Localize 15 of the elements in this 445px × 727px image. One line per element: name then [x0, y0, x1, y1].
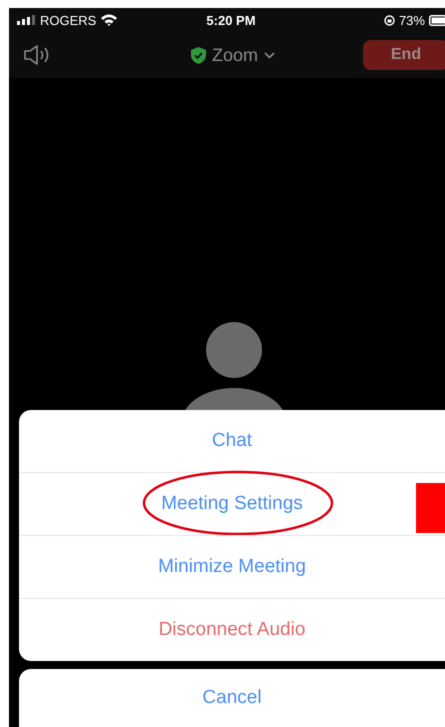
meeting-title[interactable]: Zoom: [212, 44, 258, 66]
menu-item[interactable]: Disconnect Audio: [158, 619, 306, 641]
menu-item[interactable]: Chat: [212, 430, 252, 452]
battery-icon: [428, 14, 445, 26]
shield-check-icon: [190, 46, 206, 64]
status-time: 5:20 PM: [206, 12, 256, 28]
rotation-lock-icon: [384, 14, 395, 26]
end-button[interactable]: End: [362, 40, 445, 70]
signal-icon: [17, 15, 35, 25]
cancel-button[interactable]: Cancel: [196, 686, 268, 710]
battery-percent: 73%: [398, 12, 425, 28]
chevron-down-icon[interactable]: [264, 52, 275, 58]
carrier-name: ROGERS: [40, 12, 96, 28]
wifi-icon: [101, 14, 118, 26]
menu-item[interactable]: Minimize Meeting: [158, 556, 306, 578]
